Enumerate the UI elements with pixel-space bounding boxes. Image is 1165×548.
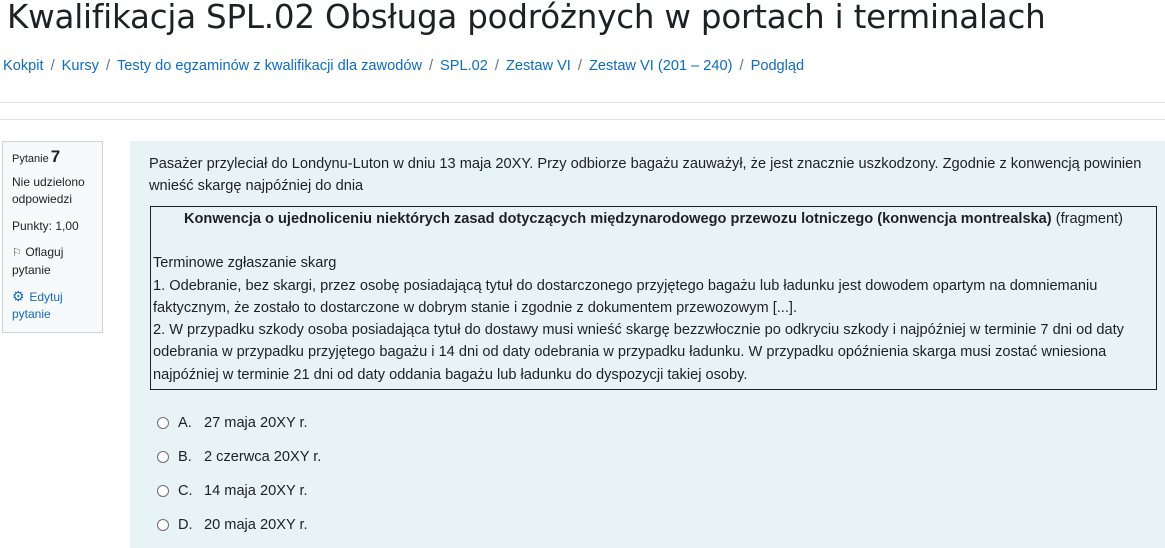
question-content: Pasażer przyleciał do Londynu-Luton w dn…: [130, 141, 1165, 548]
answer-letter: C.: [178, 483, 193, 499]
answer-text: 20 maja 20XY r.: [204, 517, 308, 533]
breadcrumb-kokpit[interactable]: Kokpit: [3, 58, 44, 74]
header-divider: [0, 102, 1165, 103]
flag-question-button[interactable]: ⚐ Oflaguj pytanie: [12, 244, 102, 279]
question-info-panel: Pytanie 7 Nie udzielono odpowiedzi Punkty…: [2, 141, 103, 333]
question-state: Nie udzielono odpowiedzi: [12, 174, 102, 208]
answer-option-c[interactable]: C. 14 maja 20XY r.: [157, 481, 308, 501]
answer-text: 14 maja 20XY r.: [204, 483, 308, 499]
breadcrumb-separator: /: [739, 58, 744, 74]
breadcrumb-separator: /: [494, 58, 499, 74]
answer-option-a[interactable]: A. 27 maja 20XY r.: [157, 413, 308, 433]
question-number-line: Pytanie 7: [12, 148, 102, 168]
answer-radio-b[interactable]: [157, 451, 169, 463]
flag-question-label: Oflaguj: [25, 245, 64, 259]
fragment-paragraph-2: 2. W przypadku szkody osoba posiadająca …: [153, 322, 1124, 383]
answer-letter: D.: [178, 517, 193, 533]
breadcrumb-quiz[interactable]: Zestaw VI (201 – 240): [589, 58, 733, 74]
breadcrumb-section[interactable]: Zestaw VI: [506, 58, 571, 74]
edit-question-label: Edytuj: [29, 290, 63, 304]
answer-letter: A.: [178, 415, 192, 431]
question-state-line1: Nie udzielono: [12, 175, 85, 189]
question-text: Pasażer przyleciał do Londynu-Luton w dn…: [149, 156, 1142, 194]
answer-option-b[interactable]: B. 2 czerwca 20XY r.: [157, 447, 321, 467]
flag-icon: ⚐: [12, 247, 22, 259]
fragment-spacer: [153, 230, 1154, 252]
breadcrumb-separator: /: [428, 58, 434, 74]
answer-radio-c[interactable]: [157, 485, 169, 497]
fragment-paragraph-1: 1. Odebranie, bez skargi, przez osobę po…: [153, 277, 1098, 316]
breadcrumb-course[interactable]: SPL.02: [440, 58, 488, 74]
edit-question-link[interactable]: ⚙ Edytuj pytanie: [12, 288, 102, 323]
breadcrumb-separator: /: [105, 58, 110, 74]
gear-icon: ⚙: [12, 288, 25, 304]
question-number: 7: [50, 147, 61, 166]
fragment-heading: Terminowe zgłaszanie skarg: [153, 255, 337, 272]
breadcrumb-separator: /: [577, 58, 582, 74]
breadcrumb-kursy[interactable]: Kursy: [62, 58, 99, 74]
question-grade: Punkty: 1,00: [12, 219, 79, 233]
question-state-line2: odpowiedzi: [12, 192, 73, 206]
breadcrumb-separator: /: [50, 58, 55, 74]
breadcrumb-category[interactable]: Testy do egzaminów z kwalifikacji dla za…: [117, 58, 422, 74]
breadcrumb: Kokpit / Kursy / Testy do egzaminów z kwalif…: [3, 58, 804, 74]
flag-question-label-2: pytanie: [12, 263, 51, 277]
answer-radio-a[interactable]: [157, 417, 169, 429]
breadcrumb-preview[interactable]: Podgląd: [751, 58, 805, 74]
edit-question-label-2: pytanie: [12, 307, 51, 321]
page-title: Kwalifikacja SPL.02 Obsługa podróżnych w…: [7, 0, 1046, 36]
convention-fragment-box: Konwencja o ujednoliceniu niektórych zas…: [150, 206, 1157, 390]
content-divider: [0, 119, 1165, 120]
fragment-title-suffix: (fragment): [1055, 211, 1124, 227]
answer-radio-d[interactable]: [157, 519, 169, 531]
answer-text: 2 czerwca 20XY r.: [204, 449, 322, 465]
answer-option-d[interactable]: D. 20 maja 20XY r.: [157, 515, 308, 535]
answer-letter: B.: [178, 449, 192, 465]
fragment-title-bold: Konwencja o ujednoliceniu niektórych zas…: [183, 211, 1052, 227]
answer-text: 27 maja 20XY r.: [204, 415, 308, 431]
fragment-title: Konwencja o ujednoliceniu niektórych zas…: [153, 208, 1154, 230]
question-label: Pytanie: [12, 153, 49, 165]
